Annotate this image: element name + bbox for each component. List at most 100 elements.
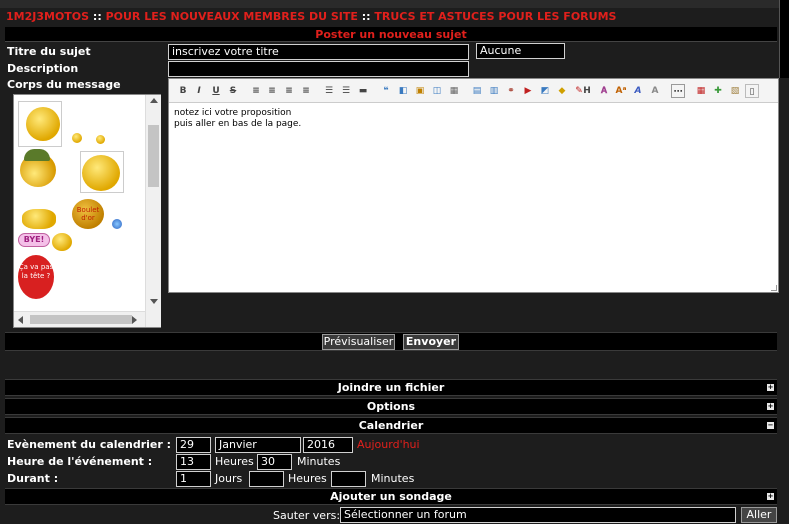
- blue-smiley-icon[interactable]: [112, 219, 122, 229]
- send-button[interactable]: Envoyer: [403, 334, 459, 350]
- tiny-smiley-icon[interactable]: [96, 135, 105, 144]
- smilies-horizontal-scrollbar[interactable]: [14, 311, 145, 327]
- table-icon[interactable]: ▦: [447, 84, 461, 98]
- link-icon[interactable]: ⚭: [504, 84, 518, 98]
- editor-line: puis aller en bas de la page.: [174, 119, 302, 129]
- event-date-label: Evènement du calendrier :: [7, 438, 172, 451]
- small-smiley-icon[interactable]: [72, 133, 82, 143]
- options-label: Options: [366, 400, 416, 413]
- numbered-list-icon[interactable]: ☰: [339, 84, 353, 98]
- icon-select[interactable]: Aucune: [476, 43, 565, 59]
- body-label: Corps du message: [7, 78, 121, 91]
- event-minutes-input[interactable]: 30: [257, 454, 292, 470]
- underline-icon[interactable]: U: [209, 84, 223, 98]
- duration-hours-unit-label: Heures: [288, 472, 327, 485]
- paste-icon[interactable]: ▧: [728, 84, 742, 98]
- ca-va-pas-la-tete-bubble[interactable]: Ça va pas la tête ?: [18, 255, 54, 299]
- breadcrumb-separator: ::: [92, 10, 102, 23]
- breadcrumb-section[interactable]: POUR LES NOUVEAUX MEMBRES DU SITE: [106, 10, 358, 23]
- top-strip: [0, 0, 789, 8]
- italic-icon[interactable]: I: [192, 84, 206, 98]
- justify-icon[interactable]: ≡: [299, 84, 313, 98]
- event-year-input[interactable]: 2016: [303, 437, 353, 453]
- code-icon[interactable]: ◧: [396, 84, 410, 98]
- subject-input[interactable]: inscrivez votre titre: [168, 44, 469, 60]
- bye-bubble[interactable]: BYE!: [18, 233, 50, 247]
- expand-icon[interactable]: +: [767, 493, 774, 500]
- add-poll-bar[interactable]: Ajouter un sondage +: [5, 488, 777, 505]
- editor-content[interactable]: notez ici votre proposition puis aller e…: [174, 108, 301, 130]
- breadcrumb-home[interactable]: 1M2J3MOTOS: [6, 10, 89, 23]
- more-icon[interactable]: ⋯: [671, 84, 685, 98]
- boulet-dor-badge[interactable]: Boulet d'or: [72, 199, 104, 229]
- resize-handle-icon[interactable]: [771, 285, 777, 291]
- scroll-up-arrow-icon[interactable]: [150, 98, 158, 103]
- duration-minutes-unit-label: Minutes: [371, 472, 415, 485]
- horizontal-rule-icon[interactable]: ▬: [356, 84, 370, 98]
- font-family-icon[interactable]: Aᵃ: [614, 84, 628, 98]
- font-size-icon[interactable]: 𝐀: [597, 84, 611, 98]
- editor-scrollbar-strip: [779, 78, 789, 293]
- thinking-smiley-frame: [18, 101, 62, 147]
- youtube-icon[interactable]: ▶: [521, 84, 535, 98]
- options-bar[interactable]: Options +: [5, 398, 777, 415]
- duration-label: Durant :: [7, 472, 59, 485]
- go-button[interactable]: Aller: [741, 507, 777, 523]
- smilies-vertical-scrollbar[interactable]: [145, 95, 161, 327]
- bold-icon[interactable]: B: [176, 84, 190, 98]
- smilies-panel[interactable]: Boulet d'or BYE! Ça va pas la tête ?: [13, 94, 161, 328]
- add-poll-label: Ajouter un sondage: [330, 490, 452, 503]
- calendar-bar[interactable]: Calendrier −: [5, 417, 777, 434]
- jump-forum-select[interactable]: Sélectionner un forum: [340, 507, 736, 523]
- event-month-select[interactable]: Janvier: [215, 437, 301, 453]
- hosted-image-icon[interactable]: ▥: [487, 84, 501, 98]
- align-left-icon[interactable]: ≡: [249, 84, 263, 98]
- source-mode-icon[interactable]: ▯: [745, 84, 759, 98]
- insert-icon[interactable]: ✚: [711, 84, 725, 98]
- spoiler-icon[interactable]: ▣: [413, 84, 427, 98]
- today-link[interactable]: Aujourd'hui: [357, 438, 420, 451]
- calendar-insert-icon[interactable]: ▦: [694, 84, 708, 98]
- form-header: Poster un nouveau sujet: [5, 27, 777, 42]
- hide-icon[interactable]: ◫: [430, 84, 444, 98]
- image-icon[interactable]: ▤: [470, 84, 484, 98]
- editor-line: notez ici votre proposition: [174, 108, 292, 118]
- video-icon[interactable]: ◩: [538, 84, 552, 98]
- attach-file-bar[interactable]: Joindre un fichier +: [5, 379, 777, 396]
- breadcrumb-separator: ::: [361, 10, 371, 23]
- jump-label: Sauter vers:: [273, 509, 341, 522]
- description-input[interactable]: [168, 61, 469, 77]
- event-time-label: Heure de l'événement :: [7, 455, 153, 468]
- expand-icon[interactable]: +: [767, 384, 774, 391]
- collapse-icon[interactable]: −: [767, 422, 774, 429]
- heading-icon[interactable]: H: [580, 84, 594, 98]
- quote-icon[interactable]: ❝: [379, 84, 393, 98]
- duration-minutes-input[interactable]: [331, 471, 366, 487]
- breadcrumb-forum[interactable]: TRUCS ET ASTUCES POUR LES FORUMS: [374, 10, 616, 23]
- preview-button[interactable]: Prévisualiser: [322, 334, 395, 350]
- waving-smiley-icon[interactable]: [52, 233, 72, 251]
- flash-icon[interactable]: ◆: [555, 84, 569, 98]
- calendar-label: Calendrier: [358, 419, 424, 432]
- align-center-icon[interactable]: ≡: [265, 84, 279, 98]
- scroll-down-arrow-icon[interactable]: [150, 299, 158, 304]
- hours-unit-label: Heures: [215, 455, 254, 468]
- minutes-unit-label: Minutes: [297, 455, 341, 468]
- highlight-icon[interactable]: A: [648, 84, 662, 98]
- duration-hours-input[interactable]: [249, 471, 284, 487]
- bullet-list-icon[interactable]: ☰: [322, 84, 336, 98]
- scroll-hthumb[interactable]: [30, 315, 132, 324]
- align-right-icon[interactable]: ≡: [282, 84, 296, 98]
- event-day-input[interactable]: 29: [176, 437, 211, 453]
- scroll-thumb[interactable]: [148, 125, 159, 187]
- scroll-right-arrow-icon[interactable]: [132, 316, 137, 324]
- strikethrough-icon[interactable]: S: [226, 84, 240, 98]
- duration-days-input[interactable]: 1: [176, 471, 211, 487]
- event-hours-input[interactable]: 13: [176, 454, 211, 470]
- font-color-icon[interactable]: A: [631, 84, 645, 98]
- days-unit-label: Jours: [215, 472, 243, 485]
- beer-smiley-icon[interactable]: [22, 209, 56, 229]
- scroll-left-arrow-icon[interactable]: [18, 316, 23, 324]
- expand-icon[interactable]: +: [767, 403, 774, 410]
- soldier-helmet-icon: [24, 149, 50, 161]
